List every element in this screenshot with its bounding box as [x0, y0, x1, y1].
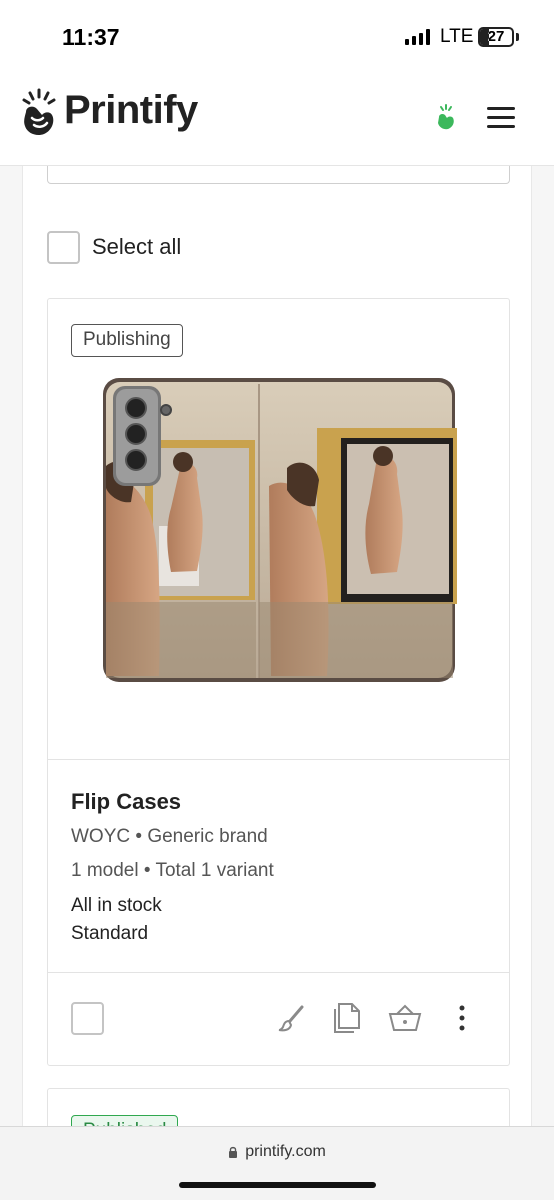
select-all[interactable]: Select all — [47, 230, 181, 264]
url-text: printify.com — [245, 1143, 326, 1160]
product-card[interactable]: Publishing Flip Cases WOYC • Generic bra… — [47, 298, 510, 1066]
order-basket-icon[interactable] — [388, 999, 422, 1037]
duplicate-icon[interactable] — [331, 999, 365, 1037]
status-time: 11:37 — [62, 24, 120, 50]
home-indicator[interactable] — [179, 1182, 376, 1188]
logo-text[interactable]: Printify — [64, 88, 198, 133]
product-card[interactable]: Published — [47, 1088, 510, 1126]
card-divider — [48, 972, 509, 973]
browser-address-bar[interactable]: printify.com — [0, 1126, 554, 1200]
search-box-edge[interactable] — [47, 166, 510, 184]
lock-icon — [229, 1146, 238, 1158]
product-variants: 1 model • Total 1 variant — [71, 860, 274, 881]
select-all-checkbox[interactable] — [47, 230, 80, 264]
app-header: Printify — [0, 70, 554, 166]
url-display[interactable]: printify.com — [0, 1143, 554, 1161]
card-divider — [48, 759, 509, 760]
status-badge: Publishing — [71, 324, 183, 357]
product-checkbox[interactable] — [71, 1002, 104, 1035]
cellular-signal-icon — [405, 29, 431, 45]
network-type: LTE — [440, 26, 474, 47]
product-brand: WOYC • Generic brand — [71, 826, 268, 847]
battery-icon: 27 — [478, 27, 514, 47]
more-options-icon[interactable] — [445, 999, 479, 1037]
status-bar: 11:37 LTE 27 — [0, 0, 554, 70]
battery-cap — [516, 33, 519, 41]
battery-level: 27 — [487, 28, 505, 45]
product-title[interactable]: Flip Cases — [71, 789, 181, 815]
stock-status: All in stock — [71, 895, 162, 916]
printify-logo-icon[interactable] — [20, 88, 58, 138]
shipping-type: Standard — [71, 923, 149, 944]
status-badge: Published — [71, 1115, 179, 1126]
select-all-label: Select all — [92, 234, 182, 259]
edit-brush-icon[interactable] — [274, 999, 308, 1037]
hamburger-menu-icon[interactable] — [487, 107, 517, 129]
product-list: Select all Publishing Flip Cases WOYC • … — [22, 166, 532, 1126]
product-image[interactable] — [101, 376, 457, 686]
hand-sparkle-icon[interactable] — [436, 104, 456, 130]
